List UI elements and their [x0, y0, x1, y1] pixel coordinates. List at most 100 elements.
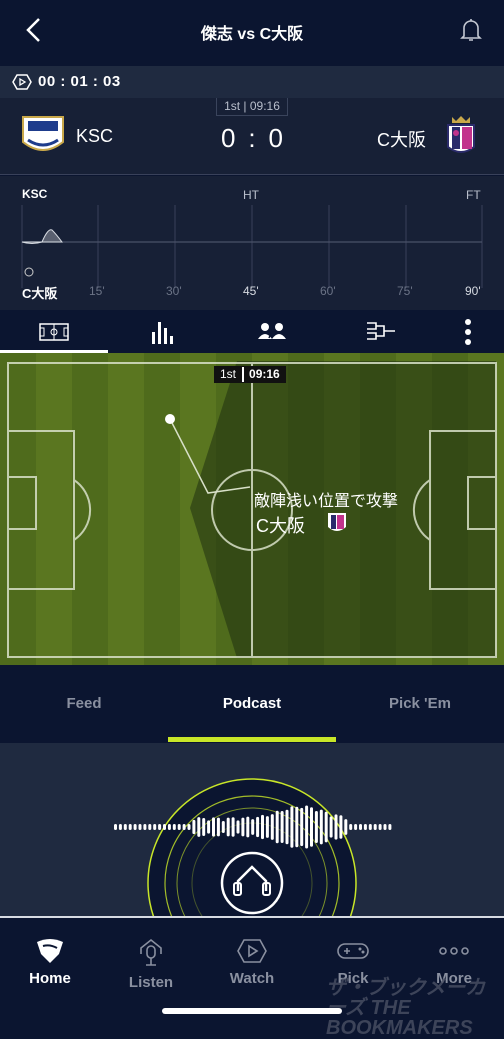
waveform-bar [270, 814, 274, 840]
waveform-bar [359, 824, 362, 830]
pitch-graphic [0, 353, 504, 665]
nav-listen-label: Listen [128, 974, 174, 991]
waveform-bar [226, 817, 230, 837]
waveform-bar [158, 824, 162, 830]
nav-home-label: Home [29, 970, 71, 987]
waveform-bar [216, 817, 220, 837]
away-team-name: C大阪 [377, 130, 426, 150]
tick-75: 75' [397, 284, 413, 298]
match-pitch [0, 353, 504, 665]
waveform-bar [349, 824, 353, 830]
waveform-bar [319, 809, 323, 845]
tick-90: 90' [465, 284, 481, 298]
waveform-bar [231, 817, 235, 837]
waveform-bar [305, 805, 309, 849]
waveform-bar [221, 820, 225, 834]
momentum-away-label: C大阪 [22, 286, 58, 301]
elapsed-timer: 00 : 01 : 03 [38, 73, 121, 90]
waveform-bar [118, 824, 122, 830]
pitch-clock: 1st 09:16 [214, 366, 286, 383]
waveform-bar [246, 816, 250, 838]
score: 0:0 [221, 123, 283, 154]
tab-feed[interactable]: Feed [0, 695, 168, 712]
nav-watch[interactable]: Watch [202, 938, 302, 987]
waveform-bar [114, 824, 117, 830]
bell-icon[interactable] [458, 16, 484, 44]
waveform-bar [334, 814, 338, 840]
waveform-bar [265, 816, 269, 838]
pitch-clock-period: 1st [220, 367, 237, 381]
pitch-view-icon[interactable] [39, 322, 69, 342]
waveform-bar [256, 816, 260, 838]
waveform-bar [143, 824, 147, 830]
waveform-bar [133, 824, 137, 830]
waveform-bar [368, 824, 372, 830]
waveform-bar [300, 807, 304, 847]
pitch-clock-time: 09:16 [242, 367, 280, 382]
waveform-bar [197, 817, 201, 837]
pitch-stripe [36, 353, 72, 665]
waveform-bar [324, 811, 328, 843]
active-tab-indicator [168, 737, 336, 742]
nav-watch-label: Watch [229, 970, 275, 987]
waveform-bar [339, 815, 343, 839]
waveform-bar [310, 807, 313, 847]
waveform-bar [383, 824, 387, 830]
waveform-bar [207, 820, 211, 834]
waveform-bar [354, 824, 358, 830]
play-hexagon-icon[interactable] [12, 74, 32, 90]
away-score: 0 [268, 123, 283, 153]
waveform-bar [344, 819, 348, 835]
waveform-bar [153, 824, 157, 830]
home-score: 0 [221, 123, 236, 153]
waveform-bar [363, 824, 367, 830]
waveform-bar [275, 810, 279, 844]
microphone-icon [140, 938, 162, 966]
page-title: 傑志 vs C大阪 [200, 26, 304, 43]
tick-45: 45' [243, 284, 259, 298]
watermark: ザ・ブックメーカーズ THE BOOKMAKERS [326, 977, 486, 1039]
event-team: C大阪 [256, 516, 305, 536]
bottom-nav: Home Listen Watch Pick More ザ・ブックメーカーズ T… [0, 916, 504, 1038]
waveform-bar [123, 824, 127, 830]
waveform-bar [172, 824, 176, 830]
bracket-icon[interactable] [366, 320, 396, 342]
home-shield-icon [37, 939, 63, 963]
pitch-stripe [0, 353, 36, 665]
nav-home[interactable]: Home [0, 938, 100, 987]
home-indicator [162, 1008, 342, 1014]
waveform-bar [373, 824, 377, 830]
waveform-bar [128, 824, 132, 830]
view-tabs [0, 310, 504, 353]
watch-play-icon [237, 939, 267, 963]
waveform-bar [148, 824, 152, 830]
period-clock: 1st | 09:16 [216, 98, 288, 116]
cerezo-crest-icon [447, 116, 475, 153]
podcast-visual [114, 778, 392, 916]
podcast-panel [0, 743, 504, 916]
waveform-bar [138, 824, 142, 830]
tick-30: 30' [166, 284, 182, 298]
home-team-name: KSC [76, 126, 114, 146]
event-team-crest-icon [328, 513, 346, 531]
tab-pick-em[interactable]: Pick 'Em [336, 695, 504, 712]
waveform-bar [167, 824, 171, 830]
waveform-bar [177, 824, 181, 830]
waveform-bar [187, 824, 191, 830]
nav-listen[interactable]: Listen [101, 938, 201, 991]
tab-podcast[interactable]: Podcast [168, 695, 336, 712]
score-separator: : [248, 123, 256, 153]
waveform-bar [285, 809, 289, 845]
lineup-icon[interactable] [257, 322, 287, 340]
waveform-bar [261, 814, 264, 840]
more-vertical-icon[interactable] [464, 318, 472, 346]
headphones-play-button[interactable] [220, 851, 284, 915]
stats-bar-icon[interactable] [150, 318, 174, 346]
waveform-bar [290, 806, 294, 848]
waveform-bar [314, 810, 318, 844]
momentum-home-label: KSC [22, 187, 48, 201]
waveform-bar [280, 810, 284, 844]
tick-15: 15' [89, 284, 105, 298]
pitch-stripe [144, 353, 180, 665]
waveform-bar [202, 817, 206, 837]
